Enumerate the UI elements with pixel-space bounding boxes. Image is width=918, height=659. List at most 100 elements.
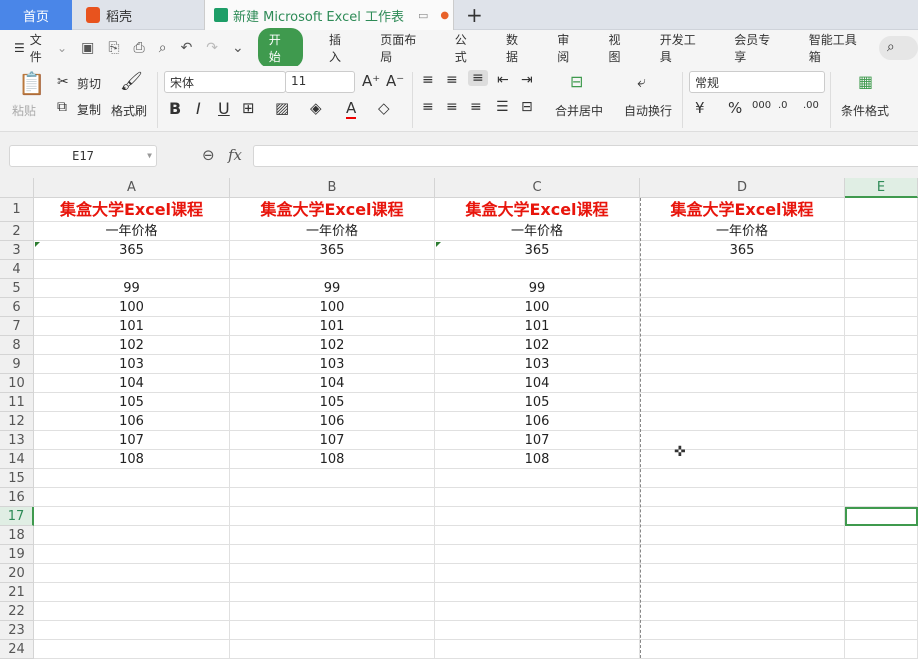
select-all-corner[interactable] — [0, 178, 34, 198]
row-header[interactable]: 3 — [0, 241, 34, 260]
tab-home[interactable]: 首页 — [0, 0, 72, 30]
column-header-c[interactable]: C — [435, 178, 640, 198]
border-icon[interactable]: ⊞ — [242, 99, 255, 117]
cell-D4[interactable] — [640, 260, 845, 279]
paste-button[interactable]: 粘贴 — [12, 102, 36, 119]
cell-C4[interactable] — [435, 260, 640, 279]
underline-icon[interactable]: U — [218, 99, 230, 118]
export-icon[interactable]: ⎘ — [108, 40, 119, 56]
formula-input[interactable] — [253, 145, 918, 167]
cell-A6[interactable]: 100 — [34, 298, 230, 317]
cell-D7[interactable] — [640, 317, 845, 336]
tab-developer[interactable]: 开发工具 — [660, 31, 706, 65]
cell-D16[interactable] — [640, 488, 845, 507]
cell-E3[interactable] — [845, 241, 918, 260]
cell-E15[interactable] — [845, 469, 918, 488]
tab-member[interactable]: 会员专享 — [734, 31, 780, 65]
cell-E11[interactable] — [845, 393, 918, 412]
row-header[interactable]: 2 — [0, 222, 34, 241]
row-header[interactable]: 8 — [0, 336, 34, 355]
cell-D8[interactable] — [640, 336, 845, 355]
cell-D5[interactable] — [640, 279, 845, 298]
cell-B7[interactable]: 101 — [230, 317, 435, 336]
cell-B17[interactable] — [230, 507, 435, 526]
clear-icon[interactable]: ◇ — [378, 99, 390, 117]
row-header[interactable]: 10 — [0, 374, 34, 393]
tab-insert[interactable]: 插入 — [329, 31, 352, 65]
cell-A17[interactable] — [34, 507, 230, 526]
tab-start[interactable]: 开始 — [257, 28, 304, 68]
cell-C18[interactable] — [435, 526, 640, 545]
percent-button[interactable]: % — [728, 99, 742, 117]
cell-C12[interactable]: 106 — [435, 412, 640, 431]
row-header[interactable]: 23 — [0, 621, 34, 640]
row-header[interactable]: 6 — [0, 298, 34, 317]
bold-icon[interactable]: B — [169, 99, 181, 118]
cell-C6[interactable]: 100 — [435, 298, 640, 317]
cell-A22[interactable] — [34, 602, 230, 621]
row-header[interactable]: 20 — [0, 564, 34, 583]
zoom-icon[interactable]: ⊖ — [202, 146, 215, 164]
cell-B16[interactable] — [230, 488, 435, 507]
row-header[interactable]: 15 — [0, 469, 34, 488]
fill-style-icon[interactable]: ▨ — [275, 99, 289, 117]
cell-C5[interactable]: 99 — [435, 279, 640, 298]
wrap-text-button[interactable]: 自动换行 — [624, 102, 672, 119]
row-header[interactable]: 16 — [0, 488, 34, 507]
row-header[interactable]: 13 — [0, 431, 34, 450]
cell-B18[interactable] — [230, 526, 435, 545]
cell-A24[interactable] — [34, 640, 230, 659]
cell-B20[interactable] — [230, 564, 435, 583]
cell-D18[interactable] — [640, 526, 845, 545]
customize-icon[interactable]: ⌄ — [232, 40, 244, 56]
cell-D3[interactable]: 365 — [640, 241, 845, 260]
row-header[interactable]: 9 — [0, 355, 34, 374]
copy-button[interactable]: 复制 — [77, 101, 101, 118]
font-color-icon[interactable]: A — [346, 99, 357, 119]
cell-B15[interactable] — [230, 469, 435, 488]
cell-A20[interactable] — [34, 564, 230, 583]
cell-E20[interactable] — [845, 564, 918, 583]
undo-icon[interactable]: ↶ — [181, 40, 193, 56]
decrease-decimal-icon[interactable]: .00 — [803, 100, 819, 111]
cell-C15[interactable] — [435, 469, 640, 488]
font-select[interactable]: 宋体 — [164, 71, 286, 93]
search-icon[interactable]: ⌕ — [878, 36, 918, 60]
column-header-a[interactable]: A — [34, 178, 230, 198]
cell-A1[interactable]: 集盒大学Excel课程 — [34, 198, 230, 222]
cell-C11[interactable]: 105 — [435, 393, 640, 412]
fill-color-icon[interactable]: ◈ — [310, 99, 322, 117]
cell-B19[interactable] — [230, 545, 435, 564]
cell-D23[interactable] — [640, 621, 845, 640]
menu-file[interactable]: 文件 — [30, 31, 53, 65]
cell-E8[interactable] — [845, 336, 918, 355]
format-painter-icon[interactable]: 🖌 — [120, 71, 143, 92]
cell-B4[interactable] — [230, 260, 435, 279]
thousands-icon[interactable]: 000 — [752, 100, 771, 111]
cut-button[interactable]: 剪切 — [77, 75, 101, 92]
cell-A18[interactable] — [34, 526, 230, 545]
row-header[interactable]: 24 — [0, 640, 34, 659]
cell-D11[interactable] — [640, 393, 845, 412]
cell-C22[interactable] — [435, 602, 640, 621]
redo-icon[interactable]: ↷ — [206, 40, 218, 56]
cell-B23[interactable] — [230, 621, 435, 640]
align-left-icon[interactable]: ≡ — [422, 99, 434, 115]
row-header[interactable]: 18 — [0, 526, 34, 545]
cell-D24[interactable] — [640, 640, 845, 659]
cell-B8[interactable]: 102 — [230, 336, 435, 355]
cell-E16[interactable] — [845, 488, 918, 507]
cell-D19[interactable] — [640, 545, 845, 564]
cell-D2[interactable]: 一年价格 — [640, 222, 845, 241]
merge-center-button[interactable]: 合并居中 — [555, 102, 603, 119]
cell-A8[interactable]: 102 — [34, 336, 230, 355]
cell-B13[interactable]: 107 — [230, 431, 435, 450]
cell-E5[interactable] — [845, 279, 918, 298]
cell-D21[interactable] — [640, 583, 845, 602]
row-header[interactable]: 12 — [0, 412, 34, 431]
print-preview-icon[interactable]: ⌕ — [159, 40, 167, 56]
tab-formulas[interactable]: 公式 — [455, 31, 478, 65]
cell-B11[interactable]: 105 — [230, 393, 435, 412]
cell-B14[interactable]: 108 — [230, 450, 435, 469]
align-right-icon[interactable]: ≡ — [470, 99, 482, 115]
